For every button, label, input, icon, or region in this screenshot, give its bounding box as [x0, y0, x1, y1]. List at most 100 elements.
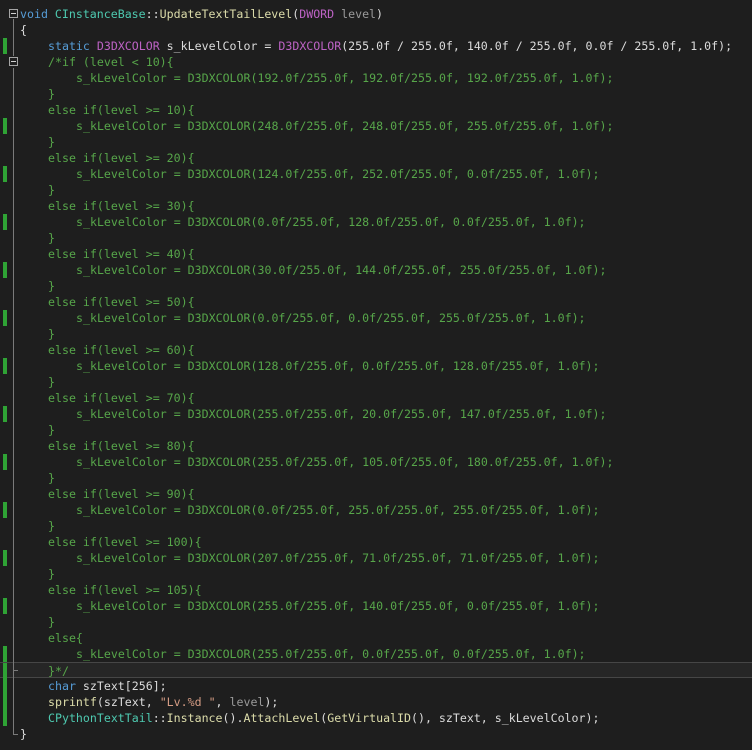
code-line[interactable]: else if(level >= 90){: [0, 486, 752, 502]
code-line[interactable]: static D3DXCOLOR s_kLevelColor = D3DXCOL…: [0, 38, 752, 54]
code-line[interactable]: char szText[256];: [0, 678, 752, 694]
code-token: s_kLevelColor = D3DXCOLOR(128.0f/255.0f,…: [76, 359, 600, 373]
code-text: else if(level >= 30){: [48, 198, 195, 214]
code-line[interactable]: s_kLevelColor = D3DXCOLOR(128.0f/255.0f,…: [0, 358, 752, 374]
code-line[interactable]: s_kLevelColor = D3DXCOLOR(30.0f/255.0f, …: [0, 262, 752, 278]
code-line[interactable]: }: [0, 422, 752, 438]
code-text: }: [48, 230, 55, 246]
code-text: {: [20, 22, 27, 38]
code-token: s_kLevelColor = D3DXCOLOR(255.0f/255.0f,…: [76, 647, 586, 661]
code-text: s_kLevelColor = D3DXCOLOR(128.0f/255.0f,…: [76, 358, 600, 374]
code-text: else if(level >= 90){: [48, 486, 195, 502]
code-line[interactable]: else if(level >= 80){: [0, 438, 752, 454]
code-text: s_kLevelColor = D3DXCOLOR(0.0f/255.0f, 0…: [76, 310, 586, 326]
code-token: else{: [48, 631, 83, 645]
code-line[interactable]: s_kLevelColor = D3DXCOLOR(0.0f/255.0f, 2…: [0, 502, 752, 518]
code-token: else if(level >= 105){: [48, 583, 202, 597]
code-token: }: [48, 231, 55, 245]
code-line[interactable]: }: [0, 566, 752, 582]
code-line[interactable]: s_kLevelColor = D3DXCOLOR(207.0f/255.0f,…: [0, 550, 752, 566]
code-text: else if(level >= 20){: [48, 150, 195, 166]
code-line[interactable]: else if(level >= 60){: [0, 342, 752, 358]
code-line[interactable]: s_kLevelColor = D3DXCOLOR(0.0f/255.0f, 1…: [0, 214, 752, 230]
code-line[interactable]: void CInstanceBase::UpdateTextTailLevel(…: [0, 6, 752, 22]
code-line[interactable]: }: [0, 86, 752, 102]
code-token: DWORD: [299, 7, 335, 21]
code-line[interactable]: s_kLevelColor = D3DXCOLOR(192.0f/255.0f,…: [0, 70, 752, 86]
code-text: s_kLevelColor = D3DXCOLOR(0.0f/255.0f, 2…: [76, 502, 600, 518]
code-token: }: [48, 183, 55, 197]
code-line[interactable]: s_kLevelColor = D3DXCOLOR(255.0f/255.0f,…: [0, 406, 752, 422]
code-text: }: [48, 278, 55, 294]
fold-guide: [13, 68, 14, 670]
code-text: else{: [48, 630, 83, 646]
code-line[interactable]: }: [0, 726, 752, 742]
code-line[interactable]: s_kLevelColor = D3DXCOLOR(124.0f/255.0f,…: [0, 166, 752, 182]
code-line[interactable]: else if(level >= 100){: [0, 534, 752, 550]
code-token: (szText,: [96, 695, 160, 709]
code-line[interactable]: }: [0, 518, 752, 534]
collapse-icon[interactable]: [9, 57, 18, 66]
code-line[interactable]: {: [0, 22, 752, 38]
code-token: }: [48, 615, 55, 629]
code-line[interactable]: else{: [0, 630, 752, 646]
code-token: }: [48, 87, 55, 101]
code-line[interactable]: }: [0, 278, 752, 294]
code-line[interactable]: }: [0, 230, 752, 246]
code-token: level: [341, 7, 377, 21]
code-line[interactable]: sprintf(szText, "Lv.%d ", level);: [0, 694, 752, 710]
code-token: (255.0f / 255.0f, 140.0f / 255.0f, 0.0f …: [341, 39, 733, 53]
code-text: }: [48, 518, 55, 534]
code-token: Instance: [166, 711, 223, 725]
code-line[interactable]: }: [0, 614, 752, 630]
code-text: }: [48, 614, 55, 630]
code-line[interactable]: else if(level >= 10){: [0, 102, 752, 118]
code-line[interactable]: s_kLevelColor = D3DXCOLOR(248.0f/255.0f,…: [0, 118, 752, 134]
code-text: s_kLevelColor = D3DXCOLOR(255.0f/255.0f,…: [76, 646, 586, 662]
code-line[interactable]: s_kLevelColor = D3DXCOLOR(0.0f/255.0f, 0…: [0, 310, 752, 326]
code-line[interactable]: s_kLevelColor = D3DXCOLOR(255.0f/255.0f,…: [0, 598, 752, 614]
code-editor[interactable]: void CInstanceBase::UpdateTextTailLevel(…: [0, 0, 752, 750]
change-marker: [3, 663, 7, 679]
code-text: else if(level >= 60){: [48, 342, 195, 358]
code-token: }: [48, 375, 55, 389]
change-marker: [3, 678, 7, 694]
fold-guide: [13, 19, 14, 56]
code-line[interactable]: }: [0, 374, 752, 390]
code-token: s_kLevelColor = D3DXCOLOR(255.0f/255.0f,…: [76, 407, 607, 421]
code-text: else if(level >= 40){: [48, 246, 195, 262]
code-text: else if(level >= 10){: [48, 102, 195, 118]
code-line[interactable]: s_kLevelColor = D3DXCOLOR(255.0f/255.0f,…: [0, 454, 752, 470]
code-text: static D3DXCOLOR s_kLevelColor = D3DXCOL…: [48, 38, 732, 54]
code-token: sprintf: [48, 695, 97, 709]
code-token: else if(level >= 70){: [48, 391, 195, 405]
code-token: D3DXCOLOR: [96, 39, 160, 53]
code-token: void: [20, 7, 48, 21]
change-marker: [3, 310, 7, 326]
code-line[interactable]: /*if (level < 10){: [0, 54, 752, 70]
code-text: }: [48, 86, 55, 102]
code-text: s_kLevelColor = D3DXCOLOR(248.0f/255.0f,…: [76, 118, 613, 134]
code-text: char szText[256];: [48, 678, 167, 694]
code-line[interactable]: else if(level >= 105){: [0, 582, 752, 598]
code-line[interactable]: s_kLevelColor = D3DXCOLOR(255.0f/255.0f,…: [0, 646, 752, 662]
code-line[interactable]: }: [0, 470, 752, 486]
code-line[interactable]: else if(level >= 40){: [0, 246, 752, 262]
code-line[interactable]: else if(level >= 30){: [0, 198, 752, 214]
code-line-current[interactable]: }*/: [0, 662, 752, 679]
code-line[interactable]: }: [0, 134, 752, 150]
code-token: CPythonTextTail: [48, 711, 153, 725]
code-line[interactable]: }: [0, 182, 752, 198]
code-line[interactable]: else if(level >= 70){: [0, 390, 752, 406]
code-token: s_kLevelColor = D3DXCOLOR(30.0f/255.0f, …: [76, 263, 607, 277]
code-text: CPythonTextTail::Instance().AttachLevel (…: [48, 710, 599, 726]
code-line[interactable]: else if(level >= 20){: [0, 150, 752, 166]
code-text: /*if (level < 10){: [48, 54, 174, 70]
code-line[interactable]: else if(level >= 50){: [0, 294, 752, 310]
collapse-icon[interactable]: [9, 9, 18, 18]
code-text: void CInstanceBase::UpdateTextTailLevel(…: [20, 6, 383, 22]
change-marker: [3, 454, 7, 470]
code-line[interactable]: }: [0, 326, 752, 342]
code-line[interactable]: CPythonTextTail::Instance().AttachLevel (…: [0, 710, 752, 726]
